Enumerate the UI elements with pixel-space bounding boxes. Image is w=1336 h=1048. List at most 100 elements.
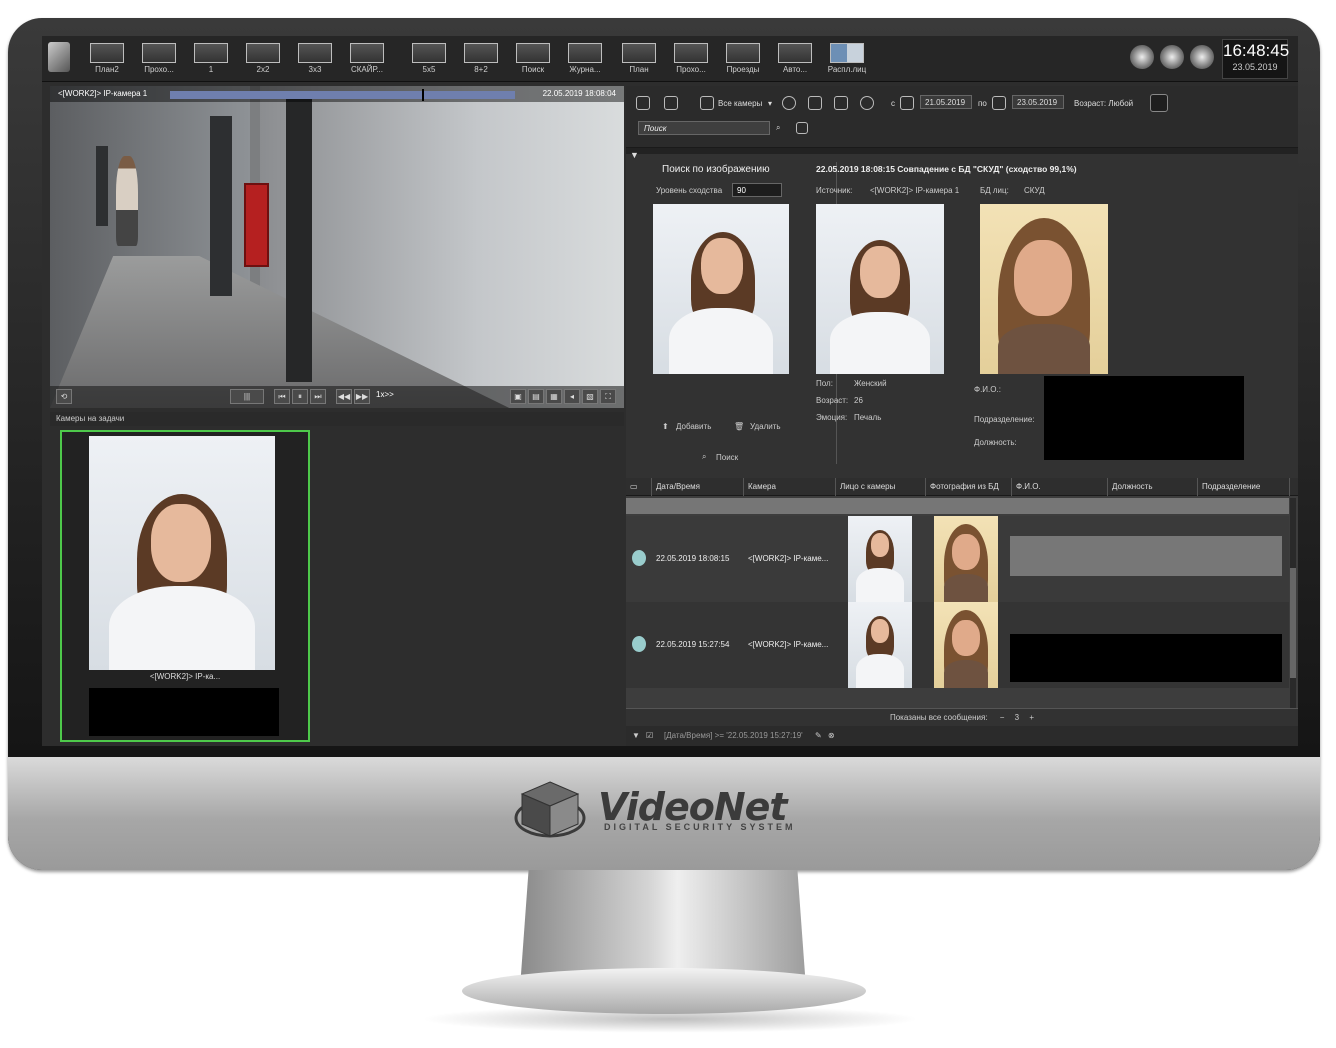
funnel-icon[interactable] <box>1150 94 1168 112</box>
face-search-toolbar: Все камеры ▾ с 21.05.2019 по 23.05.2019 … <box>626 86 1298 148</box>
layout-button-label: План <box>629 65 649 74</box>
videonet-logo-icon[interactable] <box>48 42 70 72</box>
layout-button[interactable]: 8+2 <box>456 39 506 79</box>
clock-icon[interactable] <box>1190 45 1214 69</box>
fast-backward-icon[interactable]: ◀◀ <box>336 389 352 404</box>
filter-list-icon[interactable] <box>664 96 678 110</box>
date-to-field[interactable]: 23.05.2019 <box>1012 95 1064 109</box>
layout-button[interactable]: СКАЙР... <box>342 39 392 79</box>
timeline-bar[interactable] <box>170 89 515 101</box>
camera-face-tile[interactable]: <[WORK2]> IP-ка... <box>60 430 310 742</box>
magnifier-icon[interactable]: ⌕ <box>776 123 780 133</box>
volume-icon[interactable]: ◂ <box>564 389 580 404</box>
layout-button[interactable]: 1 <box>186 39 236 79</box>
similarity-stepper[interactable]: 90 <box>732 183 782 197</box>
column-header[interactable]: Ф.И.О. <box>1012 478 1108 496</box>
layout-button[interactable]: Прохо... <box>666 39 716 79</box>
next-icon[interactable]: ⏭ <box>310 389 326 404</box>
calendar-icon[interactable] <box>900 96 914 110</box>
fast-forward-icon[interactable]: ▶▶ <box>354 389 370 404</box>
layout-button[interactable]: Поиск <box>508 39 558 79</box>
table-row[interactable]: 22.05.2019 18:08:15 <[WORK2]> IP-каме... <box>626 516 1289 602</box>
cube-logo-icon <box>514 781 586 838</box>
clear-search-icon[interactable] <box>796 122 808 134</box>
pause-icon[interactable]: ⏸ <box>292 389 308 404</box>
layout-grid-icon <box>246 43 280 63</box>
cameras-icon[interactable] <box>700 96 714 110</box>
layout-button[interactable]: Проезды <box>718 39 768 79</box>
redacted-block <box>1010 536 1282 576</box>
settings-icon[interactable] <box>1160 45 1184 69</box>
layout-button-label: Прохо... <box>676 65 706 74</box>
funnel-icon[interactable]: ▼ <box>632 726 640 746</box>
column-header[interactable]: Дата/Время <box>652 478 744 496</box>
layout-button[interactable]: Прохо... <box>134 39 184 79</box>
layout-button[interactable]: 2x2 <box>238 39 288 79</box>
frame-step-icon[interactable]: ||| <box>230 389 264 404</box>
search-input[interactable]: Поиск <box>638 121 770 135</box>
undo-icon[interactable] <box>808 96 822 110</box>
film-icon[interactable]: ▤ <box>528 389 544 404</box>
column-header[interactable]: Камера <box>744 478 836 496</box>
snapshot-icon[interactable]: ▧ <box>582 389 598 404</box>
search-button[interactable]: Поиск <box>716 453 738 462</box>
calendar-icon[interactable] <box>992 96 1006 110</box>
timeline-cursor[interactable] <box>422 89 424 101</box>
layout-button[interactable]: Распл.лиц <box>822 39 872 79</box>
all-cameras-select[interactable]: Все камеры <box>718 99 762 108</box>
add-icon[interactable]: ⬆ <box>662 422 669 431</box>
fullscreen-icon[interactable]: ⛶ <box>600 389 616 404</box>
filter-checkbox[interactable]: ☑ <box>646 726 653 746</box>
trash-icon[interactable]: 🗑 <box>734 422 744 431</box>
row-icon-column[interactable]: ▭ <box>626 478 652 496</box>
save-icon[interactable]: ▣ <box>510 389 526 404</box>
layout-button[interactable]: Авто... <box>770 39 820 79</box>
print-icon[interactable]: ▦ <box>546 389 562 404</box>
db-label: БД лиц: <box>980 186 1009 195</box>
emotion-label: Эмоция: <box>816 413 848 422</box>
layout-button[interactable]: 5x5 <box>404 39 454 79</box>
chevron-down-icon[interactable]: ▾ <box>768 99 772 108</box>
layout-button-label: 1 <box>208 65 214 74</box>
age-filter[interactable]: Возраст: Любой <box>1074 99 1133 108</box>
column-header[interactable]: Должность <box>1108 478 1198 496</box>
layout-button[interactable]: Журна... <box>560 39 610 79</box>
delete-button[interactable]: Удалить <box>750 422 781 431</box>
add-button[interactable]: Добавить <box>676 422 711 431</box>
column-header[interactable]: Лицо с камеры <box>836 478 926 496</box>
column-header[interactable]: Подразделение <box>1198 478 1290 496</box>
refresh-icon[interactable] <box>782 96 796 110</box>
layout-button[interactable]: План2 <box>82 39 132 79</box>
match-title: 22.05.2019 18:08:15 Совпадение с БД "СКУ… <box>816 164 1077 174</box>
column-header[interactable]: Фотография из БД <box>926 478 1012 496</box>
scrollbar-thumb[interactable] <box>1290 568 1296 678</box>
main-toolbar: План2 Прохо... 1 2x2 3x3 СКАЙР... 5x5 8+2 Поиск Ж… <box>42 36 1298 82</box>
layout-button[interactable]: План <box>614 39 664 79</box>
edit-icon[interactable]: ✎ <box>815 731 822 740</box>
search-icon[interactable]: ⌕ <box>702 452 706 462</box>
face-icon[interactable] <box>636 96 650 110</box>
position-label: Должность: <box>974 438 1017 447</box>
layout-button[interactable]: 3x3 <box>290 39 340 79</box>
film-reel-icon[interactable] <box>1130 45 1154 69</box>
collapse-icon[interactable]: ▼ <box>630 150 639 160</box>
rewind-icon[interactable]: ⟲ <box>56 389 72 404</box>
door <box>210 116 232 296</box>
video-viewer[interactable]: <[WORK2]> IP-камера 1 22.05.2019 18:08:0… <box>50 86 624 408</box>
minus-icon[interactable]: − <box>1000 713 1005 722</box>
splitter[interactable] <box>626 148 1298 154</box>
gender-value: Женский <box>854 379 887 388</box>
globe-icon[interactable] <box>860 96 874 110</box>
prev-icon[interactable]: ⏮ <box>274 389 290 404</box>
plus-icon[interactable]: + <box>1029 713 1034 722</box>
fio-label: Ф.И.О.: <box>974 385 1001 394</box>
clear-filter-icon[interactable]: ⊗ <box>828 731 835 740</box>
date-from-field[interactable]: 21.05.2019 <box>920 95 972 109</box>
db-value: СКУД <box>1024 186 1045 195</box>
table-row[interactable] <box>626 498 1289 514</box>
table-row[interactable]: 22.05.2019 15:27:54 <[WORK2]> IP-каме... <box>626 602 1289 688</box>
matched-camera-face <box>816 204 944 374</box>
gender-label: Пол: <box>816 379 833 388</box>
export-icon[interactable] <box>834 96 848 110</box>
scrollbar[interactable] <box>1290 498 1296 708</box>
